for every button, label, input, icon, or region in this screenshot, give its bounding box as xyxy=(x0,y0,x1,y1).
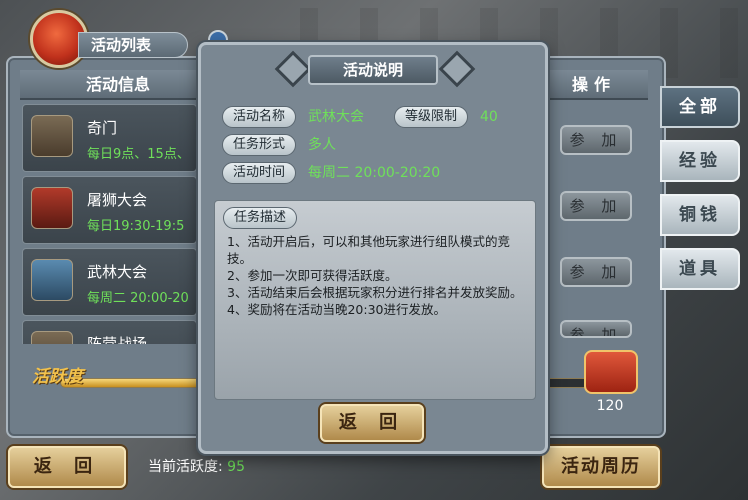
activity-time: 每日9点、15点、 xyxy=(87,147,190,162)
scroll-icon xyxy=(31,115,73,157)
activity-name-value: 武林大会 xyxy=(308,109,364,125)
banner-icon xyxy=(31,259,73,301)
activity-label: 活跃度 xyxy=(32,367,83,387)
activity-name: 阵营战场 xyxy=(87,335,148,344)
description-line: 1、活动开启后，可以和其他玩家进行组队模式的竞技。 xyxy=(227,234,510,266)
level-limit-value: 40 xyxy=(480,109,498,125)
treasure-chest-icon[interactable] xyxy=(584,350,638,394)
activity-calendar-button[interactable]: 活动周历 xyxy=(542,446,660,488)
task-description-label: 任务描述 xyxy=(223,207,298,229)
activity-row[interactable]: 武林大会 每周二 20:00-20 xyxy=(22,248,197,316)
description-line: 4、奖励将在活动当晚20:30进行发放。 xyxy=(227,302,446,317)
join-button[interactable]: 参 加 xyxy=(560,191,632,221)
panel-title: 活动列表 xyxy=(78,32,188,58)
activity-row[interactable]: 阵营战场 xyxy=(22,320,197,344)
dialog-back-button[interactable]: 返 回 xyxy=(320,404,424,442)
activity-time: 每日19:30-19:5 xyxy=(87,219,185,234)
join-button[interactable]: 参 加 xyxy=(560,320,632,338)
back-button[interactable]: 返 回 xyxy=(8,446,126,488)
task-form-value: 多人 xyxy=(308,137,336,153)
tab-items[interactable]: 道具 xyxy=(660,248,740,290)
task-description-text: 1、活动开启后，可以和其他玩家进行组队模式的竞技。 2、参加一次即可获得活跃度。… xyxy=(227,233,527,318)
dialog-title: 活动说明 xyxy=(308,55,438,85)
scroll-icon xyxy=(31,331,73,344)
activity-name: 奇门 xyxy=(87,119,118,137)
tab-experience[interactable]: 经验 xyxy=(660,140,740,182)
chest-reward-value: 120 xyxy=(596,398,624,414)
activity-name: 屠狮大会 xyxy=(87,191,148,209)
activity-row[interactable]: 屠狮大会 每日19:30-19:5 xyxy=(22,176,197,244)
activity-name: 武林大会 xyxy=(87,263,148,281)
activity-time-label: 活动时间 xyxy=(222,162,297,184)
column-header-info: 活动信息 xyxy=(20,70,198,100)
description-line: 3、活动结束后会根据玩家积分进行排名并发放奖励。 xyxy=(227,285,523,300)
activity-list: 奇门 每日9点、15点、 屠狮大会 每日19:30-19:5 武林大会 每周二 … xyxy=(22,104,197,344)
level-limit-label: 等级限制 xyxy=(394,106,469,128)
join-button[interactable]: 参 加 xyxy=(560,125,632,155)
current-activity-value: 95 xyxy=(227,459,245,475)
column-header-operation: 操作 xyxy=(548,70,648,100)
gate-icon xyxy=(31,187,73,229)
current-activity: 当前活跃度: 95 xyxy=(148,456,245,476)
tab-all[interactable]: 全部 xyxy=(660,86,740,128)
join-button[interactable]: 参 加 xyxy=(560,257,632,287)
task-form-label: 任务形式 xyxy=(222,134,297,156)
tab-copper[interactable]: 铜钱 xyxy=(660,194,740,236)
description-line: 2、参加一次即可获得活跃度。 xyxy=(227,268,398,283)
current-activity-label: 当前活跃度: xyxy=(148,459,223,475)
activity-row[interactable]: 奇门 每日9点、15点、 xyxy=(22,104,197,172)
task-description-box: 任务描述 1、活动开启后，可以和其他玩家进行组队模式的竞技。 2、参加一次即可获… xyxy=(214,200,536,400)
activity-time: 每周二 20:00-20 xyxy=(87,291,189,306)
activity-time-value: 每周二 20:00-20:20 xyxy=(308,165,441,181)
activity-name-label: 活动名称 xyxy=(222,106,297,128)
